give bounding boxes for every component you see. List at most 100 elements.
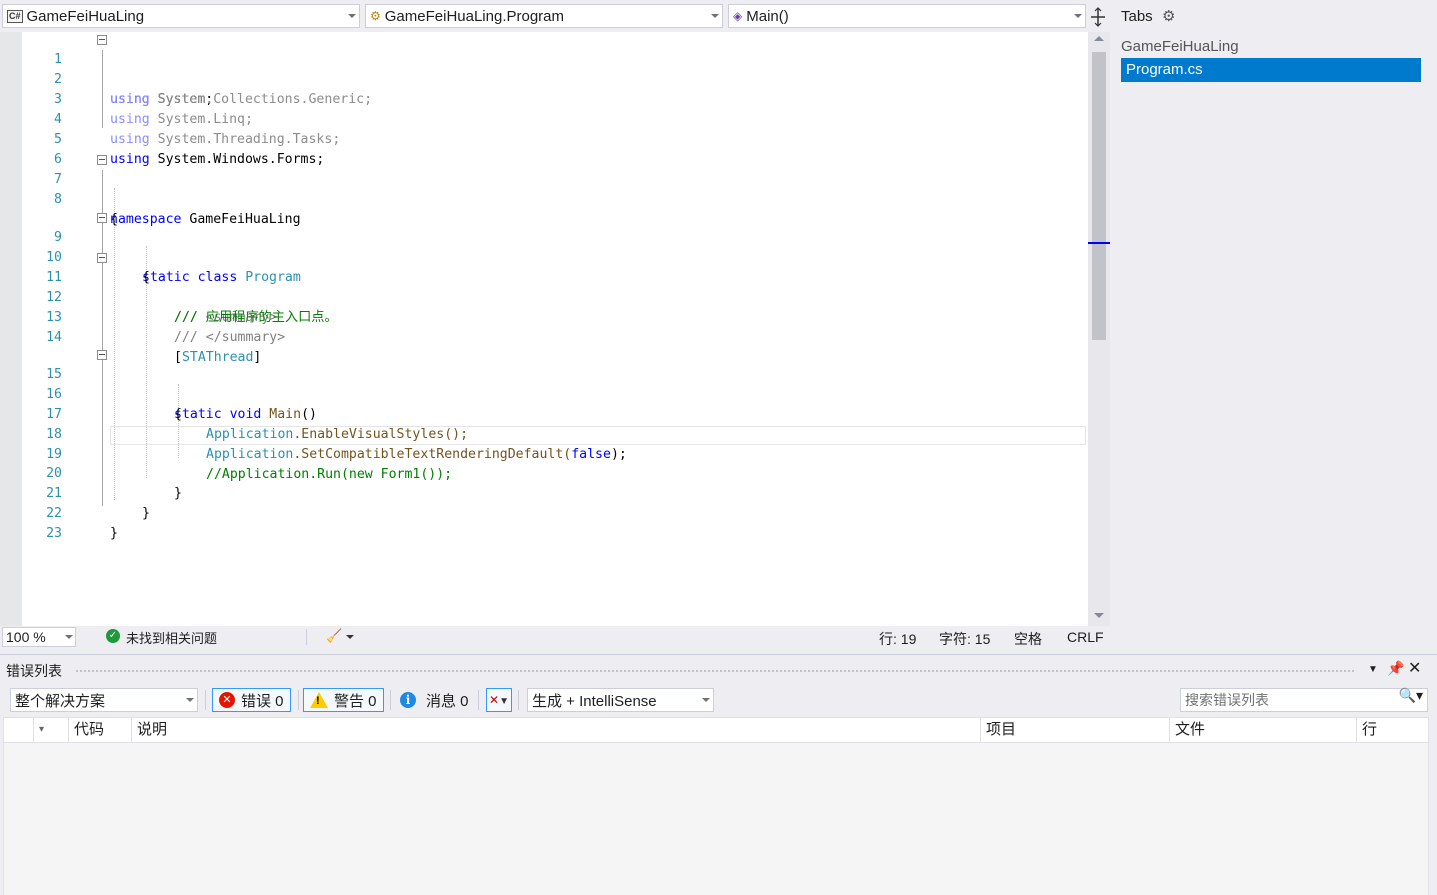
error-list-header: ▾ 代码 说明 项目 文件 行 [3, 717, 1429, 743]
code-token: </summary> [205, 330, 286, 345]
code-line: 9 static class Program [0, 208, 1088, 285]
code-line: 5 using System.Windows.Forms; [0, 110, 1088, 167]
gear-icon[interactable]: ⚙ [1162, 7, 1175, 25]
code-token: /// [174, 330, 206, 345]
info-icon: i [400, 692, 416, 708]
scroll-down-icon[interactable] [1094, 613, 1104, 618]
collapse-toggle[interactable] [97, 155, 107, 165]
pin-icon[interactable]: 📌 [1387, 660, 1404, 677]
error-search-input[interactable]: 搜索错误列表 [1180, 688, 1428, 712]
line-indicator[interactable]: 行: 19 [879, 629, 916, 649]
method-icon: ◈ [733, 9, 743, 23]
split-editor-button[interactable] [1088, 6, 1108, 28]
check-circle-icon: ✓ [106, 629, 120, 643]
separator [205, 690, 206, 710]
collapse-toggle[interactable] [97, 350, 107, 360]
source-dropdown-label: 生成 + IntelliSense [532, 692, 657, 710]
code-token: } [110, 526, 118, 541]
code-line: 4 using System.Threading.Tasks; [0, 90, 1088, 147]
split-icon [1091, 7, 1105, 27]
errors-count: 错误 0 [241, 692, 284, 710]
issues-status[interactable]: 未找到相关问题 [126, 628, 217, 647]
line-ending-indicator[interactable]: CRLF [1067, 629, 1104, 645]
code-cleanup-button[interactable]: 🧹 [326, 628, 355, 644]
error-icon: ✕ [219, 692, 235, 708]
code-line: 17 Application.EnableVisualStyles(); [0, 385, 1088, 442]
tab-project[interactable]: GameFeiHuaLing [1121, 35, 1421, 59]
code-line: 7 namespace GameFeiHuaLing [0, 150, 1088, 227]
class-icon: ⚙ [370, 9, 381, 23]
column-description[interactable]: 说明 [132, 718, 981, 742]
code-line: 14 [STAThread] [0, 308, 1088, 365]
editor-vertical-scrollbar[interactable] [1088, 32, 1110, 626]
error-list-toolbar: 整个解决方案 ✕ 错误 0 ! 警告 0 i 消息 0 ✕▼ 生成 + Inte… [0, 685, 1437, 715]
code-line: 18 Application.SetCompatibleTextRenderin… [0, 405, 1088, 462]
code-line: 19 //Application.Run(new Form1()); [0, 425, 1088, 482]
code-line: 1 using System; [0, 30, 1088, 107]
scope-dropdown[interactable]: 整个解决方案 [10, 688, 198, 712]
code-line: 20 } [0, 444, 1088, 501]
chevron-down-icon [345, 5, 359, 27]
code-line: 11 /// <summary> [0, 248, 1088, 325]
errors-filter-button[interactable]: ✕ 错误 0 [212, 688, 291, 712]
member-dropdown-label: Main() [746, 7, 789, 25]
navigation-bar: C# GameFeiHuaLing ⚙ GameFeiHuaLing.Progr… [0, 0, 1110, 32]
column-icon[interactable] [4, 718, 34, 742]
scroll-up-icon[interactable] [1094, 36, 1104, 41]
column-line[interactable]: 行 [1357, 718, 1429, 742]
scrollbar-thumb[interactable] [1092, 52, 1106, 340]
code-line: 15 static void Main() [0, 345, 1088, 422]
chevron-down-icon [183, 698, 197, 702]
separator [478, 690, 479, 710]
collapse-toggle[interactable] [97, 35, 107, 45]
code-line: 10 { [0, 228, 1088, 285]
member-dropdown[interactable]: ◈ Main() [728, 4, 1086, 28]
window-menu-icon[interactable]: ▼ [1368, 664, 1378, 675]
code-line: 21 } [0, 464, 1088, 521]
code-line: 8 { [0, 170, 1088, 227]
chevron-down-icon [63, 628, 75, 646]
csharp-project-icon: C# [7, 9, 23, 23]
line-number: 23 [46, 526, 62, 541]
project-dropdown-label: GameFeiHuaLing [26, 7, 145, 25]
messages-filter-button[interactable]: i 消息 0 [393, 688, 476, 712]
brush-icon: 🧹 [326, 628, 343, 643]
code-editor[interactable]: 1 using System; 2 using System.Collectio… [0, 32, 1088, 626]
error-list-title: 错误列表 [6, 663, 62, 679]
search-icon[interactable]: 🔍▾ [1399, 687, 1423, 704]
code-line: 6 [0, 130, 1088, 167]
collapse-toggle[interactable] [97, 253, 107, 263]
error-list-panel: 错误列表 ▼ 📌 ✕ 整个解决方案 ✕ 错误 0 ! 警告 0 i 消息 0 ✕… [0, 654, 1437, 895]
tab-program-cs[interactable]: Program.cs [1121, 58, 1421, 82]
char-indicator[interactable]: 字符: 15 [939, 629, 990, 649]
build-filter-button[interactable]: ✕▼ [486, 688, 512, 712]
code-line: 3 using System.Linq; [0, 70, 1088, 127]
zoom-value: 100 % [6, 629, 46, 645]
zoom-dropdown[interactable]: 100 % [2, 627, 76, 647]
class-dropdown[interactable]: ⚙ GameFeiHuaLing.Program [365, 4, 723, 28]
project-dropdown[interactable]: C# GameFeiHuaLing [2, 4, 360, 28]
column-file[interactable]: 文件 [1170, 718, 1357, 742]
separator [518, 690, 519, 710]
tabs-panel-title: Tabs [1121, 8, 1153, 25]
code-line: 16 { [0, 365, 1088, 422]
error-list-body [3, 743, 1429, 895]
column-code[interactable]: 代码 [69, 718, 132, 742]
warning-icon: ! [310, 692, 328, 708]
column-project[interactable]: 项目 [981, 718, 1170, 742]
separator [390, 690, 391, 710]
source-dropdown[interactable]: 生成 + IntelliSense [527, 688, 714, 712]
close-icon[interactable]: ✕ [1408, 658, 1421, 678]
caret-position-marker [1088, 242, 1110, 244]
collapse-toggle[interactable] [97, 213, 107, 223]
editor-status-strip: 100 % ✓ 未找到相关问题 🧹 行: 19 字符: 15 空格 CRLF [0, 626, 1110, 648]
sort-icon[interactable]: ▾ [34, 718, 69, 742]
panel-grip[interactable] [75, 669, 1355, 674]
code-line: 2 using System.Collections.Generic; [0, 50, 1088, 107]
warnings-filter-button[interactable]: ! 警告 0 [303, 688, 384, 712]
messages-count: 消息 0 [426, 692, 469, 710]
chevron-down-icon [346, 634, 355, 639]
scope-dropdown-label: 整个解决方案 [15, 692, 106, 710]
code-line: 22 } [0, 484, 1088, 541]
indent-indicator[interactable]: 空格 [1014, 629, 1042, 649]
